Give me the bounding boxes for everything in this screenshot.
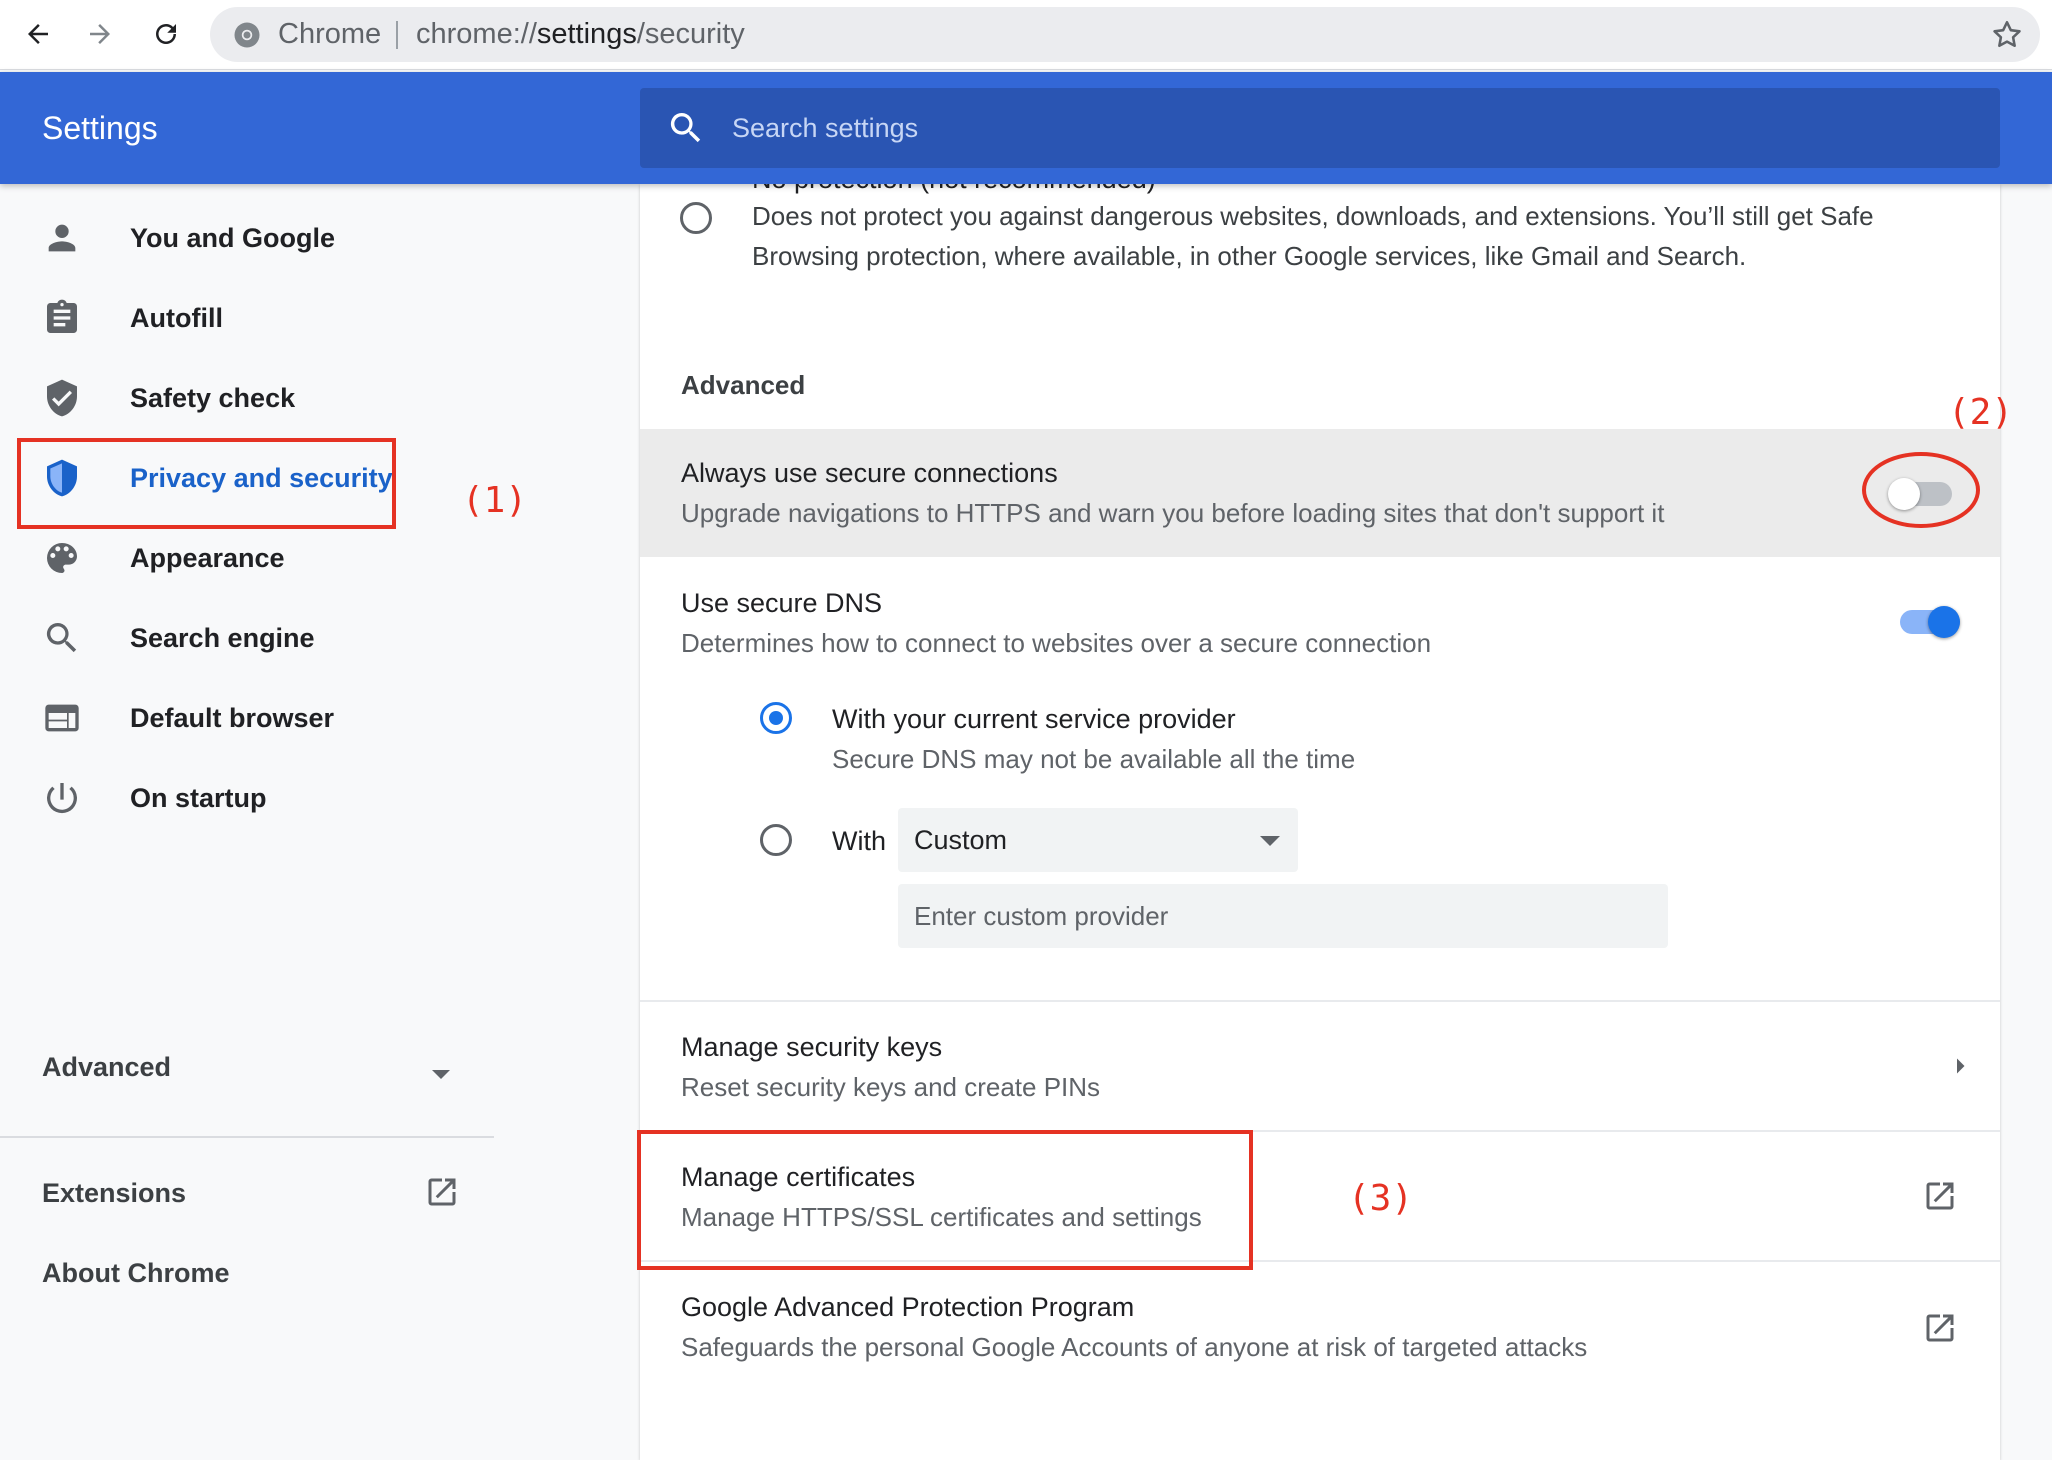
dns-provider-value: Custom xyxy=(914,825,1008,855)
row-separator xyxy=(640,1000,2000,1002)
page-title: Settings xyxy=(42,110,158,146)
security-keys-desc: Reset security keys and create PINs xyxy=(681,1072,1101,1102)
no-protection-desc-line2: Browsing protection, where available, in… xyxy=(752,241,1747,271)
sidebar-item-default-browser[interactable]: Default browser xyxy=(0,678,520,758)
sidebar-item-appearance[interactable]: Appearance xyxy=(0,518,520,598)
back-arrow-icon xyxy=(28,24,48,44)
sidebar-item-label: Safety check xyxy=(130,382,296,413)
sidebar-item-search-engine[interactable]: Search engine xyxy=(0,598,520,678)
chevron-down-icon[interactable] xyxy=(432,1070,450,1079)
annotation-box-3 xyxy=(637,1130,1253,1270)
secure-connections-row[interactable] xyxy=(640,429,2000,557)
open-in-new-icon[interactable] xyxy=(1922,1178,1958,1214)
sidebar-divider xyxy=(0,1136,494,1138)
annotation-box-1 xyxy=(17,438,396,529)
secure-dns-title: Use secure DNS xyxy=(681,588,883,618)
search-icon xyxy=(46,623,77,653)
search-input[interactable] xyxy=(732,88,1932,168)
power-icon xyxy=(47,783,77,814)
sidebar-item-label: Search engine xyxy=(130,622,315,653)
sidebar-item-label: On startup xyxy=(130,782,267,813)
dns-with-label: With xyxy=(832,826,886,856)
chevron-right-icon[interactable] xyxy=(1942,1048,1978,1084)
open-in-new-icon[interactable] xyxy=(1922,1310,1958,1346)
settings-header: Settings xyxy=(0,72,2052,184)
annotation-label-3: (3) xyxy=(1348,1178,1414,1219)
dns-custom-radio[interactable] xyxy=(760,824,792,856)
dns-current-provider-title: With your current service provider xyxy=(832,704,1236,734)
no-protection-title: No protection (not recommended) xyxy=(752,184,1156,195)
sidebar-item-label: Appearance xyxy=(130,542,285,573)
search-box[interactable] xyxy=(640,88,2000,168)
url-host: settings xyxy=(536,18,637,50)
annotation-ellipse-2 xyxy=(1862,452,1980,528)
sidebar-item-label: Autofill xyxy=(130,302,223,333)
dns-current-provider-desc: Secure DNS may not be available all the … xyxy=(832,744,1356,774)
forward-button[interactable] xyxy=(78,12,122,56)
secure-connections-desc: Upgrade navigations to HTTPS and warn yo… xyxy=(681,498,1665,528)
address-divider xyxy=(396,21,398,49)
shield-check-icon xyxy=(47,379,77,417)
dropdown-arrow-icon xyxy=(1260,836,1280,846)
reload-icon xyxy=(156,24,176,44)
address-bar[interactable]: Chrome chrome://settings/security xyxy=(210,7,2040,62)
person-icon xyxy=(48,224,76,252)
reload-button[interactable] xyxy=(144,12,188,56)
toggle-knob xyxy=(1928,606,1960,638)
sidebar-about-chrome-link[interactable]: About Chrome xyxy=(42,1258,229,1289)
advanced-protection-desc: Safeguards the personal Google Accounts … xyxy=(681,1332,1588,1362)
site-chip[interactable]: Chrome xyxy=(278,7,381,62)
sidebar: You and Google Autofill Safety check Pri… xyxy=(0,184,640,1460)
bookmark-star-icon[interactable] xyxy=(1990,18,2024,52)
url-scheme: chrome:// xyxy=(416,18,537,50)
back-button[interactable] xyxy=(16,12,60,56)
security-keys-title: Manage security keys xyxy=(681,1032,943,1062)
palette-icon xyxy=(47,543,77,573)
secure-dns-desc: Determines how to connect to websites ov… xyxy=(681,628,1432,658)
advanced-protection-title: Google Advanced Protection Program xyxy=(681,1292,1135,1322)
dns-provider-select[interactable]: Custom xyxy=(898,808,1298,872)
secure-connections-title: Always use secure connections xyxy=(681,458,1058,488)
advanced-heading: Advanced xyxy=(681,370,806,400)
sidebar-item-on-startup[interactable]: On startup xyxy=(0,758,520,838)
dns-current-provider-radio[interactable] xyxy=(760,702,792,734)
no-protection-desc-line1: Does not protect you against dangerous w… xyxy=(752,201,1874,231)
custom-provider-input[interactable] xyxy=(898,884,1668,948)
open-in-new-icon[interactable] xyxy=(424,1174,460,1210)
sidebar-extensions-link[interactable]: Extensions xyxy=(42,1178,186,1209)
sidebar-advanced-toggle[interactable]: Advanced xyxy=(42,1052,171,1083)
browser-icon xyxy=(45,704,79,732)
url-path: /security xyxy=(636,18,745,50)
annotation-label-2: (2) xyxy=(1948,392,2014,433)
sidebar-item-autofill[interactable]: Autofill xyxy=(0,278,520,358)
browser-toolbar: Chrome chrome://settings/security xyxy=(0,0,2052,70)
sidebar-item-you-and-google[interactable]: You and Google xyxy=(0,198,520,278)
sidebar-item-label: You and Google xyxy=(130,222,335,253)
sidebar-item-label: Default browser xyxy=(130,702,335,733)
clipboard-icon xyxy=(47,299,77,333)
no-protection-radio[interactable] xyxy=(680,202,712,234)
url-text[interactable]: chrome://settings/security xyxy=(416,7,745,62)
search-icon xyxy=(670,113,701,143)
forward-arrow-icon xyxy=(90,24,110,44)
chrome-logo-icon xyxy=(234,22,260,48)
annotation-label-1: (1) xyxy=(462,480,528,521)
sidebar-item-safety-check[interactable]: Safety check xyxy=(0,358,520,438)
